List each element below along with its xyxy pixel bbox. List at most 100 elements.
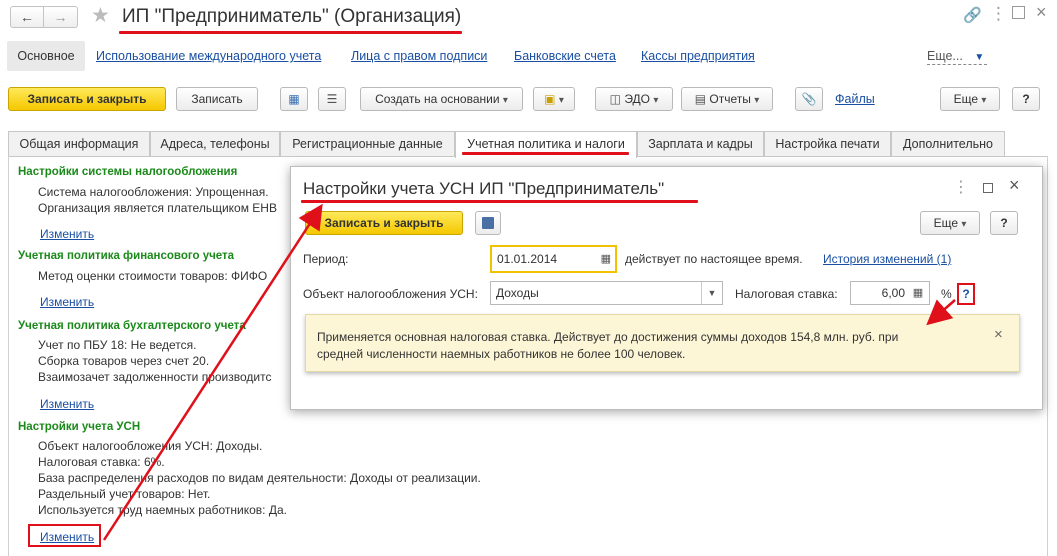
period-value: 01.01.2014 [497,252,558,266]
chevron-down-icon: ▼ [974,52,985,63]
attach-document-button[interactable]: ▣ [533,87,575,111]
nav-link-intl-accounting[interactable]: Использование международного учета [96,49,321,63]
tax-rate-input[interactable]: 6,00 ▦ [850,281,930,305]
favorite-star-icon[interactable]: ★ [91,3,110,28]
window-title: ИП "Предприниматель" (Организация) [122,6,462,27]
usn-line-1: Объект налогообложения УСН: Доходы. [38,439,263,453]
nav-link-cash-desks[interactable]: Кассы предприятия [641,49,755,63]
reports-label: Отчеты [709,92,751,106]
edo-icon: ◫ [609,92,621,106]
help-button[interactable]: ? [1012,87,1040,111]
dialog-help-button[interactable]: ? [990,211,1018,235]
tab-addresses[interactable]: Адреса, телефоны [150,131,280,156]
link-icon[interactable]: 🔗 [963,6,982,24]
more-label: Еще [953,92,979,106]
attach-file-button[interactable]: 📎 [795,87,823,111]
create-based-on-label: Создать на основании [375,92,500,106]
usn-line-5: Используется труд наемных работников: Да… [38,503,287,517]
dialog-more-label: Еще [933,216,959,230]
change-link-annotation-box [28,524,101,547]
nav-more-label: Еще... [927,49,963,63]
document-gear-icon: ▣ [544,92,556,106]
tab-annotation-underline [462,152,629,155]
close-icon[interactable]: × [1036,2,1047,23]
tax-rate-value: 6,00 [881,286,905,300]
tab-additional[interactable]: Дополнительно [891,131,1005,156]
usn-line-4: Раздельный учет товаров: Нет. [38,487,211,501]
section-header-financial-policy: Учетная политика финансового учета [18,250,235,262]
dialog-close-icon[interactable]: × [1009,175,1020,196]
period-label: Период: [303,252,349,266]
change-tax-system-link[interactable]: Изменить [40,227,94,241]
arrow-left-icon: ← [20,9,34,25]
tax-rate-label: Налоговая ставка: [735,287,838,301]
tax-system-line-1: Система налогообложения: Упрощенная. [38,185,269,199]
info-tooltip: Применяется основная налоговая ставка. Д… [305,314,1020,372]
dropdown-arrow-icon: ▼ [701,282,722,304]
usn-line-2: Налоговая ставка: 6%. [38,455,165,469]
back-button[interactable]: ← [10,6,44,28]
dialog-title: Настройки учета УСН ИП "Предприниматель" [303,179,665,198]
accounting-policy-line-1: Учет по ПБУ 18: Не ведется. [38,338,197,352]
info-close-icon[interactable]: × [994,326,1003,343]
maximize-icon[interactable] [1012,6,1025,19]
tab-payroll[interactable]: Зарплата и кадры [637,131,764,156]
edo-button[interactable]: ◫ ЭДО [595,87,673,111]
period-input[interactable]: 01.01.2014 ▦ [490,245,617,273]
usn-settings-dialog[interactable]: Настройки учета УСН ИП "Предприниматель"… [290,166,1043,410]
title-annotation-underline [119,31,462,34]
dialog-save-button[interactable] [475,211,501,235]
section-header-usn-settings: Настройки учета УСН [18,421,141,433]
accounting-policy-line-2: Сборка товаров через счет 20. [38,354,210,368]
info-text-line-2: средней численности наемных работников н… [317,347,686,361]
create-based-on-button[interactable]: Создать на основании [360,87,523,111]
paperclip-icon: 📎 [801,92,817,106]
reports-button[interactable]: ▤ Отчеты [681,87,773,111]
dialog-more-button[interactable]: Еще [920,211,980,235]
nav-link-signatories[interactable]: Лица с правом подписи [351,49,487,63]
tab-general[interactable]: Общая информация [8,131,150,156]
period-valid-text: действует по настоящее время. [625,252,803,266]
tax-rate-help-icon[interactable]: ? [957,283,975,305]
tax-object-label: Объект налогообложения УСН: [303,287,478,301]
usn-line-3: База распределения расходов по видам дея… [38,471,481,485]
nav-more-underline [927,64,987,65]
dialog-save-and-close-button[interactable]: Записать и закрыть [305,211,463,235]
print-list-button[interactable]: ☰ [318,87,346,111]
document-list-icon: ☰ [326,92,338,106]
calculator-icon[interactable]: ▦ [909,282,927,304]
tax-object-value: Доходы [496,286,539,300]
change-financial-policy-link[interactable]: Изменить [40,295,94,309]
arrow-right-icon: → [53,9,68,25]
percent-sign: % [941,287,952,301]
files-link[interactable]: Файлы [835,92,875,106]
change-accounting-policy-link[interactable]: Изменить [40,397,94,411]
tax-object-select[interactable]: Доходы ▼ [490,281,723,305]
tab-registration[interactable]: Регистрационные данные [280,131,455,156]
forward-button[interactable]: → [44,6,78,28]
floppy-disk-icon [482,217,494,229]
history-link[interactable]: История изменений (1) [823,252,951,266]
save-and-close-button[interactable]: Записать и закрыть [8,87,166,111]
dialog-maximize-icon[interactable] [983,183,993,193]
hierarchy-icon: ▦ [288,92,300,106]
edo-label: ЭДО [624,92,650,106]
accounting-policy-line-3: Взаимозачет задолженности производитс [38,370,272,384]
financial-policy-line-1: Метод оценки стоимости товаров: ФИФО [38,269,268,283]
nav-more[interactable]: Еще... ▼ [927,49,984,63]
save-button[interactable]: Записать [176,87,258,111]
dialog-title-annotation-underline [301,200,698,203]
nav-main[interactable]: Основное [7,41,85,71]
nav-link-bank-accounts[interactable]: Банковские счета [514,49,616,63]
structure-button[interactable]: ▦ [280,87,308,111]
tax-system-line-2: Организация является плательщиком ЕНВ [38,201,277,215]
dialog-menu-icon[interactable]: ⋮ [953,177,969,197]
calendar-icon[interactable]: ▦ [601,247,611,271]
menu-icon[interactable]: ⋮ [990,4,1007,24]
section-header-accounting-policy: Учетная политика бухгалтерского учета [18,320,246,332]
tab-print-settings[interactable]: Настройка печати [764,131,891,156]
info-text-line-1: Применяется основная налоговая ставка. Д… [317,330,899,344]
report-icon: ▤ [694,92,707,106]
more-button[interactable]: Еще [940,87,1000,111]
section-header-tax-system: Настройки системы налогообложения [18,166,238,178]
